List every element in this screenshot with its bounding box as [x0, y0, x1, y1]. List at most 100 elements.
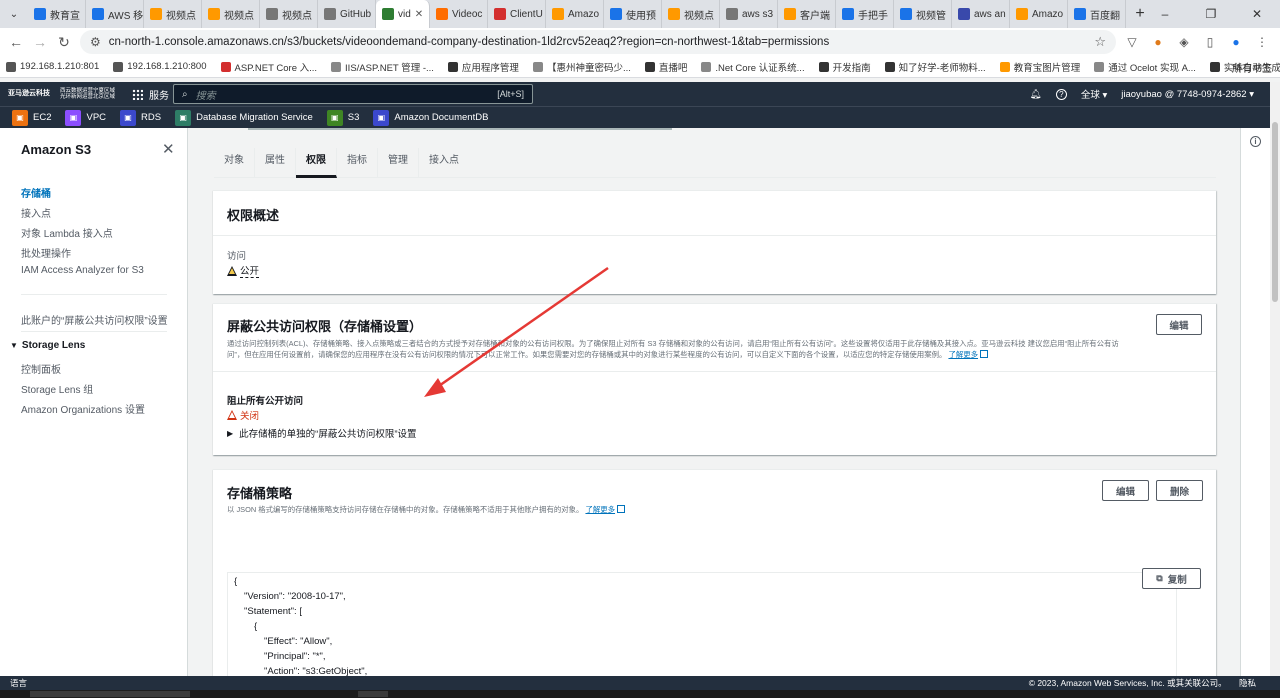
- bookmark-star-icon[interactable]: ☆: [1094, 34, 1106, 50]
- sidebar-item-lambda-access-points[interactable]: 对象 Lambda 接入点: [21, 225, 113, 240]
- close-window-icon[interactable]: ✕: [1234, 0, 1280, 28]
- bell-icon[interactable]: 🔔︎: [1030, 89, 1042, 100]
- reload-icon[interactable]: ↻: [52, 34, 76, 51]
- address-bar-row: ← → ↻ ⚙ cn-north-1.console.amazonaws.cn/…: [0, 28, 1280, 56]
- browser-tab[interactable]: 使用预: [604, 0, 662, 28]
- profile-icon[interactable]: ●: [1228, 34, 1244, 50]
- browser-tab[interactable]: 视频点: [144, 0, 202, 28]
- bookmark-item[interactable]: 知了好学-老师物料...: [884, 60, 986, 74]
- region-selector[interactable]: 全球 ▾: [1081, 87, 1107, 101]
- browser-tab[interactable]: Amazo: [546, 0, 604, 28]
- bookmark-item[interactable]: 开发指南: [818, 60, 871, 74]
- favorite-service[interactable]: ▣ EC2: [12, 109, 51, 126]
- bookmark-item[interactable]: ASP.NET Core 入...: [220, 60, 317, 74]
- sidebar-item-dashboards[interactable]: 控制面板: [21, 361, 61, 376]
- browser-tab[interactable]: 百度翻: [1068, 0, 1126, 28]
- browser-tab[interactable]: Amazo: [1010, 0, 1068, 28]
- tab-metrics[interactable]: 指标: [337, 148, 378, 178]
- privacy-link[interactable]: 隐私: [1239, 678, 1256, 688]
- sidebar-item-access-analyzer[interactable]: IAM Access Analyzer for S3: [21, 265, 144, 276]
- sidebar-item-lens-groups[interactable]: Storage Lens 组: [21, 381, 93, 396]
- browser-tab[interactable]: AWS 移: [86, 0, 144, 28]
- services-menu[interactable]: 服务: [132, 87, 169, 102]
- delete-bucket-policy-button[interactable]: 删除: [1156, 480, 1203, 501]
- menu-icon[interactable]: ⋮: [1254, 34, 1270, 50]
- sidebar-item-account-block-public-access[interactable]: 此账户的“屏蔽公共访问权限”设置: [21, 312, 168, 327]
- tab-objects[interactable]: 对象: [214, 148, 255, 178]
- scrollbar-thumb[interactable]: [1272, 122, 1278, 302]
- all-bookmarks-button[interactable]: 所有书签: [1232, 60, 1272, 75]
- browser-tab[interactable]: aws s3: [720, 0, 778, 28]
- learn-more-link[interactable]: 了解更多: [948, 350, 978, 359]
- sidebar-icon[interactable]: ▯: [1202, 34, 1218, 50]
- browser-tab[interactable]: 教育宣: [28, 0, 86, 28]
- tab-management[interactable]: 管理: [378, 148, 419, 178]
- site-info-icon[interactable]: ⚙: [90, 35, 101, 49]
- tab-search-icon[interactable]: ⌄: [0, 0, 28, 28]
- bookmark-item[interactable]: IIS/ASP.NET 管理 -...: [331, 60, 434, 74]
- tab-label: Amazo: [568, 8, 600, 20]
- info-panel-strip: i: [1240, 128, 1270, 676]
- page-scrollbar[interactable]: [1270, 82, 1280, 676]
- copy-policy-button[interactable]: ⧉ 复制: [1142, 568, 1201, 589]
- browser-tab[interactable]: 客户端: [778, 0, 836, 28]
- taskbar-item[interactable]: [358, 691, 388, 697]
- browser-tab[interactable]: aws an: [952, 0, 1010, 28]
- favorite-service[interactable]: ▣ Database Migration Service: [175, 109, 313, 126]
- bucket-policy-learn-more-link[interactable]: 了解更多: [585, 505, 615, 514]
- browser-tab[interactable]: GitHub: [318, 0, 376, 28]
- tab-permissions[interactable]: 权限: [296, 148, 337, 178]
- console-search-input[interactable]: ⌕ 搜索 [Alt+S]: [173, 84, 533, 104]
- info-icon[interactable]: i: [1250, 136, 1261, 147]
- minimize-icon[interactable]: –: [1142, 0, 1188, 28]
- bookmark-item[interactable]: 应用程序管理: [447, 60, 519, 74]
- tab-favicon-icon: [436, 8, 448, 20]
- browser-tab[interactable]: 视频点: [662, 0, 720, 28]
- back-icon[interactable]: ←: [4, 34, 28, 50]
- browser-tab[interactable]: vid ✕: [376, 0, 430, 28]
- restore-icon[interactable]: ❐: [1188, 0, 1234, 28]
- favorite-service[interactable]: ▣ VPC: [65, 109, 106, 126]
- bookmark-item[interactable]: 直播吧: [644, 60, 687, 74]
- bookmark-item[interactable]: 192.168.1.210:801: [6, 60, 99, 74]
- account-menu[interactable]: jiaoyubao @ 7748-0974-2862 ▾: [1121, 89, 1254, 100]
- individual-settings-expander[interactable]: ▶ 此存储桶的单独的“屏蔽公共访问权限”设置: [227, 426, 416, 441]
- language-selector[interactable]: 语言: [10, 677, 27, 689]
- browser-tab[interactable]: 视频点: [260, 0, 318, 28]
- sidebar-item-access-points[interactable]: 接入点: [21, 205, 51, 220]
- forward-icon[interactable]: →: [28, 34, 52, 50]
- sidebar-item-batch-operations[interactable]: 批处理操作: [21, 245, 71, 260]
- policy-json-editor[interactable]: { "Version": "2008-10-17", "Statement": …: [227, 572, 1177, 676]
- sidebar-item-organizations-settings[interactable]: Amazon Organizations 设置: [21, 401, 145, 416]
- bookmark-item[interactable]: 【惠州神童密码少...: [532, 60, 631, 74]
- favorite-service[interactable]: ▣ Amazon DocumentDB: [373, 109, 488, 126]
- bookmark-item[interactable]: 192.168.1.210:800: [113, 60, 207, 74]
- taskbar-item[interactable]: [30, 691, 190, 697]
- browser-tab[interactable]: ClientU: [488, 0, 546, 28]
- storage-lens-section[interactable]: ▼ Storage Lens: [10, 340, 85, 351]
- close-tab-icon[interactable]: ✕: [415, 9, 423, 20]
- edit-block-public-access-button[interactable]: 编辑: [1156, 314, 1202, 335]
- extension-avatar-icon[interactable]: ●: [1150, 34, 1166, 50]
- favorites-bar: ▣ EC2 ▣ VPC ▣ RDS ▣ Database Migration Service ▣…: [0, 106, 1270, 128]
- sidebar-item-buckets[interactable]: 存储桶: [21, 185, 51, 200]
- close-icon[interactable]: ✕: [162, 140, 175, 158]
- favorite-service[interactable]: ▣ RDS: [120, 109, 161, 126]
- url-field[interactable]: ⚙ cn-north-1.console.amazonaws.cn/s3/buc…: [80, 30, 1116, 54]
- help-icon[interactable]: ?: [1055, 88, 1067, 100]
- bookmark-item[interactable]: .Net Core 认证系统...: [701, 60, 805, 74]
- edit-bucket-policy-button[interactable]: 编辑: [1102, 480, 1149, 501]
- puzzle-icon[interactable]: ◈: [1176, 34, 1192, 50]
- favorite-service[interactable]: ▣ S3: [326, 109, 359, 126]
- bookmark-item[interactable]: 教育宝图片管理: [999, 60, 1080, 74]
- browser-tab[interactable]: 视频点: [202, 0, 260, 28]
- tab-access-points[interactable]: 接入点: [419, 148, 469, 178]
- browser-tab[interactable]: 视频管: [894, 0, 952, 28]
- tab-properties[interactable]: 属性: [255, 148, 296, 178]
- browser-tab[interactable]: Videoc: [430, 0, 488, 28]
- service-label: Database Migration Service: [196, 112, 313, 123]
- browser-tab[interactable]: 手把手: [836, 0, 894, 28]
- filter-icon[interactable]: ▽: [1124, 34, 1140, 50]
- aws-logo[interactable]: 亚马逊云科技: [8, 87, 50, 101]
- bookmark-item[interactable]: 通过 Ocelot 实现 A...: [1094, 60, 1196, 74]
